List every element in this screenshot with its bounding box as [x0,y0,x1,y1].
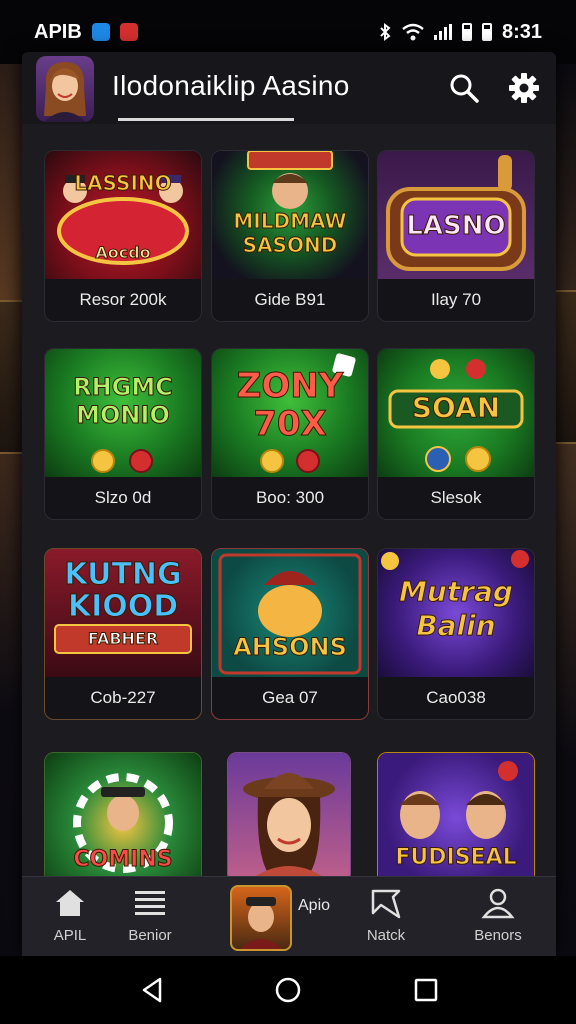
game-art: ZONY 70X [212,349,368,477]
signal-icon [433,24,452,40]
status-carrier: APIB [34,20,82,43]
app-header: Ilodonaiklip Aasino [22,52,556,124]
game-art: SOAN [378,349,534,477]
home-icon [56,890,84,916]
wifi-icon [402,23,424,41]
game-tile[interactable]: Mutrag Balin Cao038 [377,548,535,720]
game-logo: Mutrag Balin [399,575,514,643]
game-tile[interactable]: LASSINO Aocdo Resor 200k [44,150,202,322]
game-art: KUTNG KIOOD FABHER [45,549,201,677]
bluetooth-icon [380,23,391,41]
game-logo: MILDMAW SASOND [233,209,347,258]
nav-tools[interactable]: Natck [346,887,426,944]
home-circle-icon[interactable] [272,974,304,1006]
game-art: MILDMAW SASOND [212,151,368,279]
game-caption: Slesok [430,488,482,507]
game-tile[interactable]: RHGMC MONIO Slzo 0d [44,348,202,520]
game-art: AHSONS [212,549,368,677]
nav-menu[interactable]: Benior [110,887,190,944]
game-sublogo: Aocdo [95,243,151,263]
game-tile[interactable]: MILDMAW SASOND Gide B91 [211,150,369,322]
game-tile[interactable]: KUTNG KIOOD FABHER Cob-227 [44,548,202,720]
notification-icon [119,23,138,41]
game-logo: RHGMC MONIO [73,373,174,430]
game-logo: AHSONS [233,633,348,662]
game-tile[interactable]: LASNO Ilay 70 [377,150,535,322]
game-caption: Cob-227 [90,688,156,707]
notification-icon [91,23,110,41]
game-tile[interactable]: COMINS [44,752,202,884]
game-art: RHGMC MONIO [45,349,201,477]
nav-tools-label: Natck [366,927,406,944]
nav-featured-game[interactable] [230,885,292,951]
game-tile[interactable]: SOAN Slesok [377,348,535,520]
game-caption: Ilay 70 [430,290,482,309]
game-logo: ZONY 70X [236,366,344,444]
game-logo: LASNO [406,211,506,242]
profile-icon [481,888,515,919]
game-tile[interactable]: ZONY 70X Boo: 300 [211,348,369,520]
game-tile[interactable]: AHSONS Gea 07 [211,548,369,720]
nav-menu-label: Benior [128,927,172,944]
game-tile[interactable]: FUDISEAL [377,752,535,884]
nav-home[interactable]: APIL [30,887,110,944]
game-art: LASNO [378,151,534,279]
game-sublogo: FABHER [87,629,159,649]
recents-icon[interactable] [410,974,442,1006]
nav-profile[interactable]: Benors [458,887,538,944]
back-icon[interactable] [136,974,168,1006]
game-caption: Cao038 [426,688,486,707]
title-underline [118,118,294,121]
app-title: Ilodonaiklip Aasino [112,70,350,101]
gear-icon[interactable] [506,70,542,106]
game-logo: SOAN [411,391,501,425]
game-caption: Resor 200k [79,290,167,309]
game-art: COMINS [45,753,201,883]
game-logo: FUDISEAL [395,845,517,871]
system-navigation-bar [0,956,576,1024]
game-caption: Gea 07 [262,688,318,707]
battery-icon [461,23,472,41]
game-art [228,753,350,883]
game-caption: Gide B91 [254,290,326,309]
battery-icon [481,23,492,41]
featured-game-icon [240,897,282,949]
search-icon[interactable] [446,70,482,106]
menu-icon [135,891,165,915]
game-logo: KUTNG KIOOD [64,557,182,624]
bottom-navigation: APIL Benior Apio Natck Benors [22,876,556,957]
game-art: LASSINO Aocdo [45,151,201,279]
game-caption: Boo: 300 [255,488,325,507]
game-art: Mutrag Balin [378,549,534,677]
pen-tool-icon [371,889,401,919]
game-logo: LASSINO [74,171,172,196]
avatar[interactable] [36,56,94,122]
status-time: 8:31 [501,20,542,43]
nav-center-label: Apio [298,897,331,914]
nav-home-label: APIL [53,927,87,944]
game-art: FUDISEAL [378,753,534,883]
game-logo: COMINS [73,847,173,873]
game-tile[interactable] [227,752,351,884]
nav-profile-label: Benors [474,927,522,944]
game-caption: Slzo 0d [94,488,152,507]
